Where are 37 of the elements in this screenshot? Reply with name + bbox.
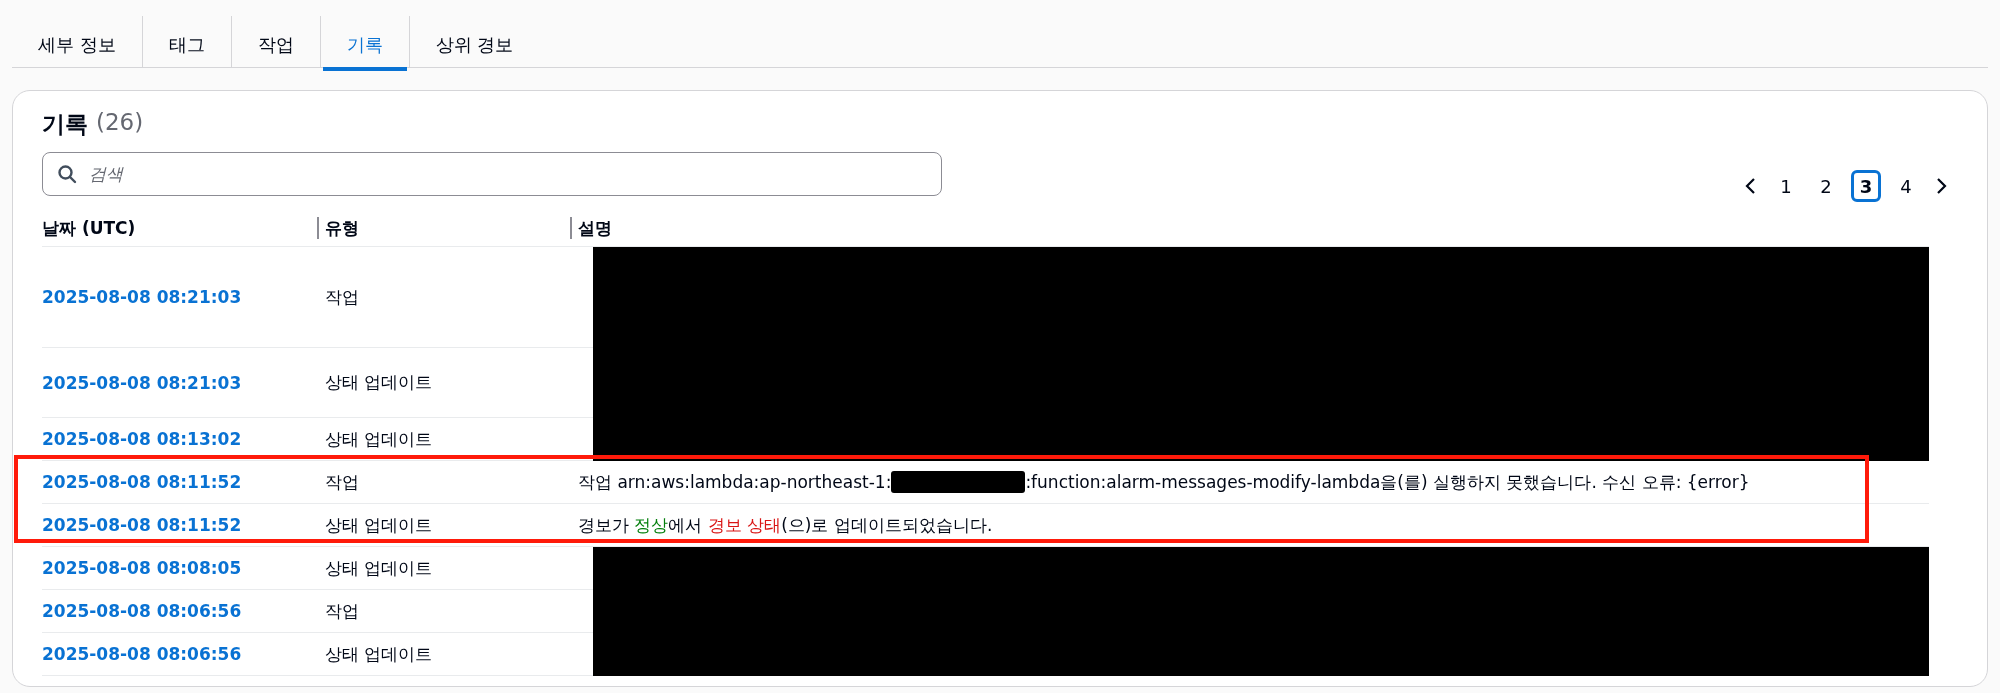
type-text: 작업 xyxy=(325,285,359,309)
type-text: 상태 업데이트 xyxy=(325,513,433,537)
tab[interactable]: 태그 xyxy=(144,30,229,71)
tab[interactable]: 작업 xyxy=(233,30,318,71)
type-text: 상태 업데이트 xyxy=(325,371,433,394)
description-text: 작업 arn:aws:lambda:ap-northeast-1: xyxy=(578,470,892,494)
search-icon xyxy=(57,164,77,184)
card-title: 기록 xyxy=(42,110,88,139)
page-button[interactable]: 3 xyxy=(1851,170,1881,202)
tab[interactable]: 상위 경보 xyxy=(411,30,538,71)
date-link[interactable]: 2025-08-08 08:13:02 xyxy=(42,429,242,449)
chevron-left-icon xyxy=(1743,176,1757,196)
column-header: 유형 xyxy=(317,217,359,239)
date-link[interactable]: 2025-08-08 08:06:56 xyxy=(42,601,242,621)
description-text: :function:alarm-messages-modify-lambda을(를) 실행하지 못했습니다. 수신 오류: {error} xyxy=(1025,470,1750,494)
date-link[interactable]: 2025-08-08 08:11:52 xyxy=(42,515,242,535)
type-text: 상태 업데이트 xyxy=(325,556,433,580)
tab[interactable]: 기록 xyxy=(322,30,407,71)
page-button[interactable]: 1 xyxy=(1771,170,1801,202)
date-link[interactable]: 2025-08-08 08:08:05 xyxy=(42,558,242,578)
page-button[interactable]: 4 xyxy=(1891,170,1921,202)
search-field[interactable]: 검색 xyxy=(42,152,942,196)
page-button[interactable]: 2 xyxy=(1811,170,1841,202)
chevron-right-icon xyxy=(1935,176,1949,196)
column-header: 설명 xyxy=(570,217,612,239)
type-text: 작업 xyxy=(325,599,359,623)
tab[interactable]: 세부 정보 xyxy=(14,30,140,71)
type-text: 작업 xyxy=(325,470,359,494)
column-header: 날짜 (UTC) xyxy=(42,217,136,239)
type-text: 상태 업데이트 xyxy=(325,427,433,451)
date-link[interactable]: 2025-08-08 08:21:03 xyxy=(42,287,242,307)
date-link[interactable]: 2025-08-08 08:11:52 xyxy=(42,472,242,492)
type-text: 상태 업데이트 xyxy=(325,642,433,666)
item-count: (26) xyxy=(96,109,144,137)
date-link[interactable]: 2025-08-08 08:21:03 xyxy=(42,372,242,393)
date-link[interactable]: 2025-08-08 08:06:56 xyxy=(42,644,242,664)
description-text: 경보가 정상에서 경보 상태(으)로 업데이트되었습니다. xyxy=(578,513,993,537)
